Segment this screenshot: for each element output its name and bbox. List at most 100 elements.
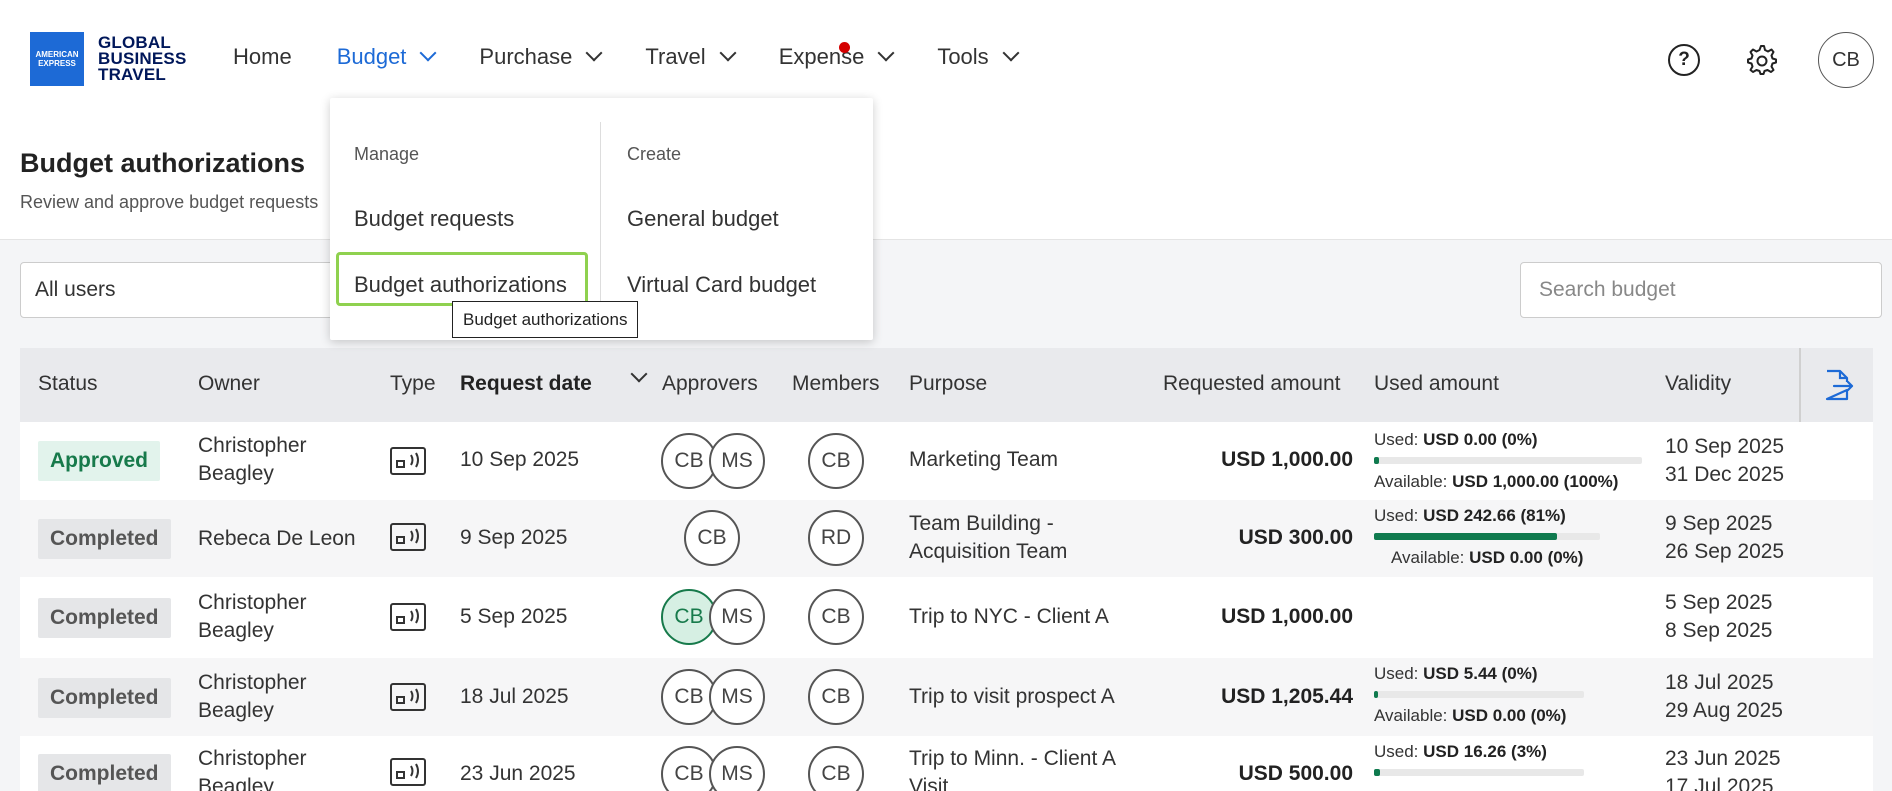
request-date: 9 Sep 2025 (460, 526, 568, 549)
virtual-card-icon (390, 758, 426, 786)
valid-to: 26 Sep 2025 (1665, 540, 1785, 563)
owner-line: Rebeca De Leon (198, 527, 356, 550)
virtual-card-icon (390, 683, 426, 711)
approver-initials: MS (721, 762, 753, 785)
page-title: Budget authorizations (20, 148, 305, 178)
col-requested-amount[interactable]: Requested amount (1163, 372, 1340, 396)
col-approvers[interactable]: Approvers (662, 372, 758, 396)
owner-name: Christopher Beagley (198, 432, 307, 488)
available-label: Available: (1374, 472, 1448, 491)
menu-item-general-budget[interactable]: General budget (627, 206, 779, 232)
table-header: Status Owner Type Request date Approvers… (20, 348, 1873, 422)
valid-from: 18 Jul 2025 (1665, 671, 1774, 694)
approver-initials: CB (674, 449, 704, 472)
manage-heading: Manage (354, 144, 420, 164)
amex-gbt-logo[interactable]: AMERICAN EXPRESS GLOBAL BUSINESS TRAVEL (30, 32, 187, 86)
table-row[interactable]: Approved Christopher Beagley 10 Sep 2025… (20, 422, 1873, 500)
used-progress-bar (1374, 457, 1642, 464)
status-badge: Completed (38, 754, 171, 791)
nav-budget[interactable]: Budget (337, 44, 437, 70)
purpose-line: Acquisition Team (909, 540, 1068, 563)
used-progress-fill (1374, 533, 1558, 540)
nav-tools-label: Tools (937, 44, 989, 69)
purpose: Team Building - Acquisition Team (909, 510, 1067, 566)
purpose: Marketing Team (909, 446, 1058, 474)
nav-expense[interactable]: Expense (779, 42, 895, 70)
member-avatar[interactable]: CB (808, 589, 864, 645)
menu-item-virtual-card-budget[interactable]: Virtual Card budget (627, 272, 816, 298)
nav-tools[interactable]: Tools (937, 44, 1020, 70)
owner-line: Christopher (198, 434, 307, 457)
member-initials: CB (821, 449, 851, 472)
main-nav: Home Budget Purchase Travel Expense Tool… (233, 42, 1062, 70)
user-avatar[interactable]: CB (1818, 32, 1874, 88)
approver-initials: CB (674, 685, 704, 708)
col-validity[interactable]: Validity (1665, 372, 1731, 396)
search-budget-input[interactable] (1520, 262, 1882, 318)
approver-avatar[interactable]: MS (709, 433, 765, 489)
approver-avatar[interactable]: MS (709, 589, 765, 645)
nav-travel-label: Travel (645, 44, 706, 69)
menu-item-budget-requests[interactable]: Budget requests (354, 206, 514, 232)
table-row[interactable]: Completed Christopher Beagley 23 Jun 202… (20, 736, 1873, 791)
menu-item-budget-authorizations[interactable]: Budget authorizations (354, 272, 567, 298)
request-date: 23 Jun 2025 (460, 762, 576, 785)
used-amount-block: Used: USD 5.44 (0%) Available: USD 0.00 … (1374, 664, 1584, 726)
approver-avatar[interactable]: MS (709, 669, 765, 725)
used-progress-fill (1374, 691, 1379, 698)
valid-to: 8 Sep 2025 (1665, 619, 1773, 642)
used-amount-block: Used: USD 242.66 (81%) Available: USD 0.… (1374, 506, 1600, 568)
approver-avatar[interactable]: MS (709, 746, 765, 791)
used-label: Used: (1374, 742, 1419, 761)
col-purpose[interactable]: Purpose (909, 372, 987, 396)
approver-avatar[interactable]: CB (684, 510, 740, 566)
col-owner[interactable]: Owner (198, 372, 260, 396)
purpose: Trip to Minn. - Client A Visit (909, 745, 1116, 791)
status-badge: Approved (38, 441, 161, 481)
member-avatar[interactable]: CB (808, 746, 864, 791)
nav-travel[interactable]: Travel (645, 44, 737, 70)
member-avatar[interactable]: RD (808, 510, 864, 566)
nav-purchase[interactable]: Purchase (479, 44, 603, 70)
member-avatar[interactable]: CB (808, 669, 864, 725)
chevron-down-icon (585, 44, 603, 62)
table-row[interactable]: Completed Rebeca De Leon 9 Sep 2025 CB R… (20, 500, 1873, 577)
owner-line: Beagley (198, 462, 274, 485)
requested-amount: USD 500.00 (1238, 762, 1353, 785)
member-initials: CB (821, 605, 851, 628)
export-button[interactable] (1799, 348, 1873, 422)
col-request-date[interactable]: Request date (460, 372, 592, 396)
chevron-down-icon (719, 44, 737, 62)
status-badge: Completed (38, 519, 171, 559)
validity: 23 Jun 2025 17 Jul 2025 (1665, 745, 1781, 791)
help-icon[interactable]: ? (1668, 44, 1700, 76)
available-label: Available: (1391, 548, 1465, 567)
col-used-amount[interactable]: Used amount (1374, 372, 1499, 396)
purpose-line: Trip to Minn. - Client A (909, 747, 1116, 770)
col-members[interactable]: Members (792, 372, 880, 396)
col-status[interactable]: Status (38, 372, 98, 396)
purpose-line: Team Building - (909, 512, 1054, 535)
status-badge: Completed (38, 678, 171, 718)
purpose-line: Visit (909, 775, 949, 791)
status-badge: Completed (38, 598, 171, 638)
sort-chevron-icon[interactable] (630, 365, 648, 383)
owner-line: Beagley (198, 699, 274, 722)
gear-icon[interactable] (1746, 44, 1778, 76)
nav-home[interactable]: Home (233, 44, 292, 70)
users-filter-select[interactable]: All users (20, 262, 340, 318)
amex-logo-box: AMERICAN EXPRESS (30, 32, 84, 86)
member-avatar[interactable]: CB (808, 433, 864, 489)
valid-to: 17 Jul 2025 (1665, 775, 1774, 791)
table-row[interactable]: Completed Christopher Beagley 18 Jul 202… (20, 658, 1873, 736)
request-date: 10 Sep 2025 (460, 448, 580, 471)
nav-purchase-label: Purchase (479, 44, 573, 69)
owner-name: Christopher Beagley (198, 669, 307, 725)
valid-from: 10 Sep 2025 (1665, 435, 1785, 458)
nav-home-label: Home (233, 44, 292, 69)
col-type[interactable]: Type (390, 372, 436, 396)
purpose-line: Trip to visit prospect A (909, 685, 1115, 708)
member-initials: CB (821, 762, 851, 785)
used-value: USD 242.66 (81%) (1423, 506, 1566, 525)
table-row[interactable]: Completed Christopher Beagley 5 Sep 2025… (20, 577, 1873, 658)
